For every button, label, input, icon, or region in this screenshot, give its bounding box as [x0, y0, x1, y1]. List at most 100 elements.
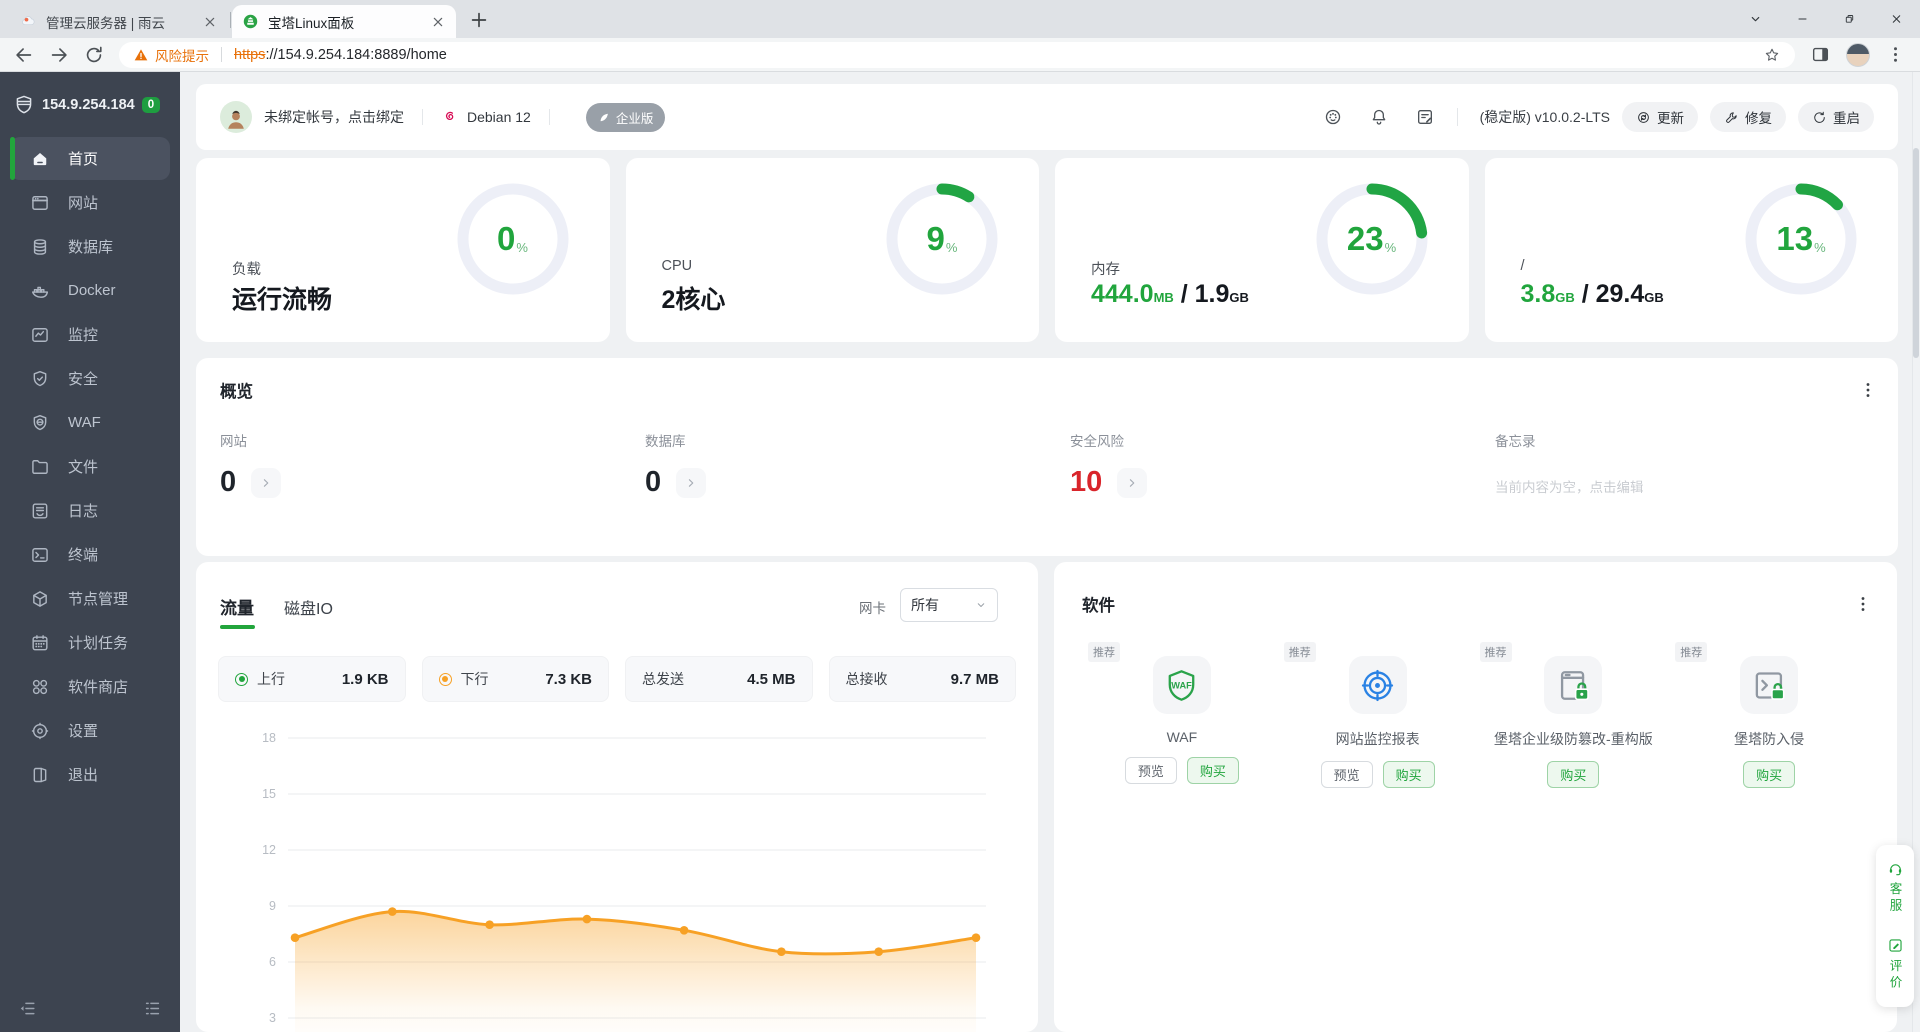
overview-menu-icon[interactable]	[1858, 380, 1878, 400]
overview-go-button[interactable]	[251, 467, 282, 498]
sidebar-item-label: 数据库	[68, 239, 114, 256]
tab-separator	[230, 12, 231, 28]
tab-close-icon[interactable]	[202, 14, 218, 30]
update-button[interactable]: 更新	[1622, 102, 1698, 132]
stat-card-value: 444.0MB / 1.9GB	[1091, 280, 1249, 308]
preview-button[interactable]: 预览	[1320, 761, 1373, 788]
bookmark-star-icon[interactable]	[1763, 46, 1781, 64]
tab-traffic[interactable]: 流量	[220, 594, 254, 619]
svg-text:15: 15	[262, 787, 276, 801]
server-row: 154.9.254.184 0	[0, 72, 180, 116]
sidebar-item-log[interactable]: 日志	[10, 489, 170, 532]
baota-favicon-icon	[242, 13, 259, 30]
divider	[1456, 108, 1458, 126]
sidebar-item-terminal[interactable]: 终端	[10, 533, 170, 576]
tab-search-icon[interactable]	[1732, 0, 1779, 38]
preview-button[interactable]: 预览	[1124, 757, 1177, 784]
sidebar-item-label: 计划任务	[68, 635, 129, 652]
reload-button[interactable]	[83, 44, 105, 66]
setting-icon	[30, 721, 50, 741]
buy-button[interactable]: 购买	[1547, 761, 1600, 788]
sidebar-item-safety[interactable]: 安全	[10, 357, 170, 400]
sidebar-item-file[interactable]: 文件	[10, 445, 170, 488]
browser-tab-active[interactable]: 宝塔Linux面板	[232, 5, 456, 38]
minimize-button[interactable]	[1779, 0, 1826, 38]
buy-button[interactable]: 购买	[1186, 757, 1239, 784]
tab-disk-io[interactable]: 磁盘IO	[284, 595, 333, 619]
traffic-stat-pill: 总接收 9.7 MB	[828, 656, 1016, 702]
bind-account-link[interactable]: 未绑定帐号，点击绑定	[264, 107, 404, 127]
overview-go-button[interactable]	[1117, 467, 1148, 498]
url-separator	[221, 47, 222, 62]
restore-button[interactable]	[1826, 0, 1873, 38]
overview-item-label: 安全风险	[1070, 434, 1124, 449]
sidebar-item-docker[interactable]: Docker	[10, 269, 170, 312]
sidebar-item-home[interactable]: 首页	[10, 137, 170, 180]
notes-icon[interactable]	[1415, 107, 1435, 127]
browser-menu-icon[interactable]	[1885, 44, 1906, 65]
side-panel-icon[interactable]	[1810, 44, 1831, 65]
sidebar-item-store[interactable]: 软件商店	[10, 665, 170, 708]
overview-item-label: 网站	[220, 434, 247, 449]
sidebar-item-label: 设置	[68, 723, 99, 740]
browser-profile-avatar[interactable]	[1846, 42, 1870, 67]
log-icon	[30, 501, 50, 521]
wafapp-icon[interactable]: WAF	[1152, 656, 1211, 714]
customer-service-button[interactable]: 客服	[1886, 860, 1905, 915]
address-bar[interactable]: 风险提示 https ://154.9.254.184:8889/home	[119, 41, 1795, 68]
menu-list-icon[interactable]	[143, 999, 162, 1018]
restart-button[interactable]: 重启	[1798, 102, 1874, 132]
feedback-button[interactable]: 评价	[1886, 937, 1905, 992]
repair-button[interactable]: 修复	[1710, 102, 1786, 132]
overview-item: 备忘录 当前内容为空，点击编辑	[1495, 430, 1644, 496]
account-avatar[interactable]	[220, 101, 252, 133]
tab-close-icon[interactable]	[430, 14, 446, 30]
software-card: 软件 推荐 WAF WAF 预览 购买 推荐 网站监控报表 预览 购买 推荐 堡塔企…	[1054, 562, 1897, 1032]
theme-palette-icon[interactable]	[1323, 107, 1343, 127]
notification-bell-icon[interactable]	[1369, 107, 1389, 127]
intrusion-icon[interactable]	[1740, 656, 1799, 714]
software-name: WAF	[1166, 729, 1198, 745]
sidebar-item-database[interactable]: 数据库	[10, 225, 170, 268]
tamper-icon[interactable]	[1544, 656, 1603, 714]
sidebar-item-cron[interactable]: 计划任务	[10, 621, 170, 664]
person-icon	[223, 106, 249, 132]
sidebar-item-setting[interactable]: 设置	[10, 709, 170, 752]
back-button[interactable]	[13, 44, 35, 66]
edition-label: 企业版	[615, 111, 654, 126]
forward-button[interactable]	[48, 44, 70, 66]
buy-button[interactable]: 购买	[1382, 761, 1435, 788]
sidebar-item-waf[interactable]: WAF	[10, 401, 170, 444]
server-ip: 154.9.254.184	[42, 97, 135, 113]
collapse-sidebar-icon[interactable]	[18, 999, 37, 1018]
buy-button[interactable]: 购买	[1743, 761, 1796, 788]
software-menu-icon[interactable]	[1853, 594, 1873, 614]
recommend-tag: 推荐	[1479, 642, 1512, 662]
browser-tab-inactive[interactable]: 管理云服务器 | 雨云	[10, 5, 228, 38]
new-tab-button[interactable]	[468, 9, 490, 31]
risk-warning[interactable]: 风险提示	[133, 45, 209, 65]
panel-header: 未绑定帐号，点击绑定 Debian 12 企业版 (稳定版) v10.0.2-L…	[196, 84, 1898, 150]
stat-card-value: 运行流畅	[232, 280, 332, 316]
sidebar-item-node[interactable]: 节点管理	[10, 577, 170, 620]
overview-title: 概览	[220, 383, 253, 401]
nic-select[interactable]: 所有	[900, 588, 998, 622]
debian-logo-icon	[441, 108, 459, 126]
target-icon[interactable]	[1348, 656, 1407, 714]
monitor-icon	[30, 325, 50, 345]
sidebar-item-site[interactable]: 网站	[10, 181, 170, 224]
memo-placeholder[interactable]: 当前内容为空，点击编辑	[1495, 476, 1644, 496]
sidebar-item-monitor[interactable]: 监控	[10, 313, 170, 356]
stat-value-text: 运行流畅	[232, 286, 333, 314]
sidebar-item-label: 监控	[68, 327, 99, 344]
gauge-percent: 23	[1346, 220, 1384, 257]
sidebar-item-exit[interactable]: 退出	[10, 753, 170, 796]
overview-go-button[interactable]	[676, 467, 707, 498]
update-label: 更新	[1657, 111, 1684, 126]
traffic-chart: 18 15 12 9 6 3	[196, 562, 1038, 1032]
series-dot-icon	[235, 672, 248, 686]
node-icon	[30, 589, 50, 609]
overview-item-value: 0	[220, 466, 237, 498]
close-window-button[interactable]	[1873, 0, 1920, 38]
scrollbar-thumb[interactable]	[1913, 148, 1919, 358]
